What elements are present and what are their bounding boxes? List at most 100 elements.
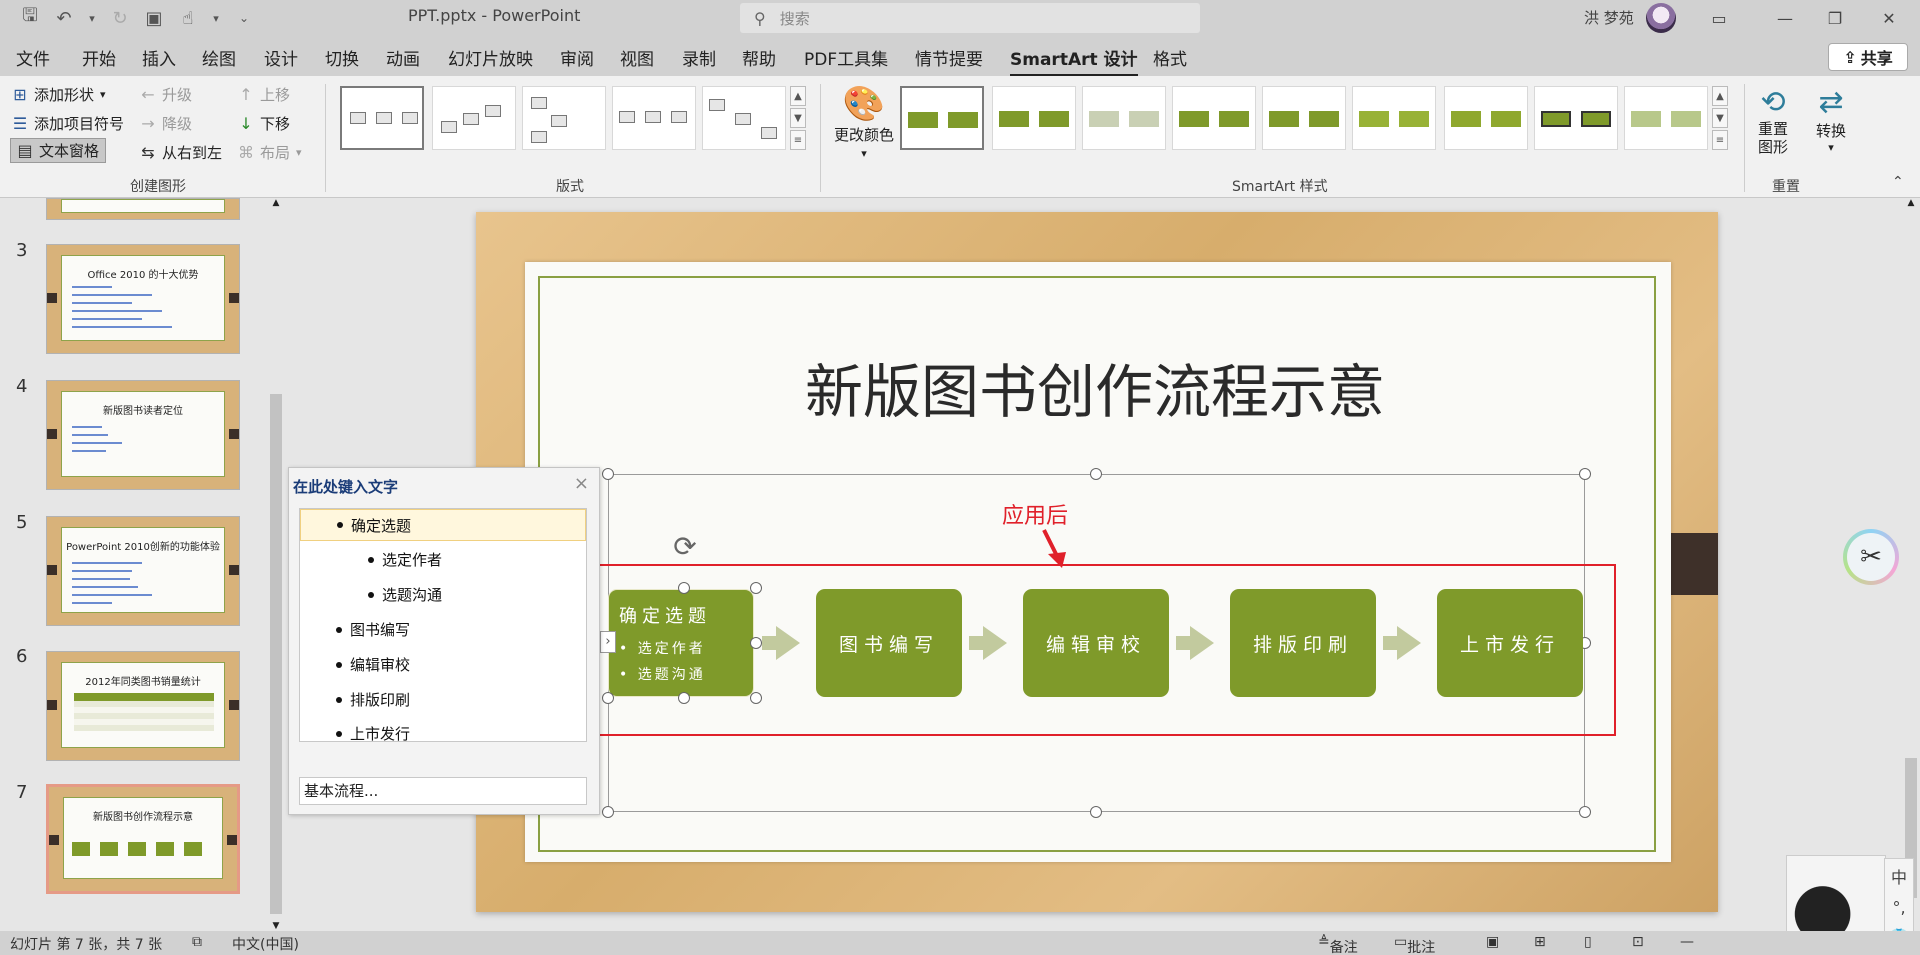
normal-view-icon[interactable]: ▣ xyxy=(1486,934,1499,950)
tab-record[interactable]: 录制 xyxy=(682,45,716,70)
resize-handle[interactable] xyxy=(1579,806,1591,818)
style-polished[interactable] xyxy=(1352,86,1436,150)
demote-button[interactable]: → 降级 xyxy=(140,113,192,134)
process-step-5[interactable]: 上市发行 xyxy=(1437,589,1583,697)
list-item[interactable]: 上市发行 xyxy=(336,723,410,744)
styles-more[interactable]: ≡ xyxy=(1712,130,1728,150)
style-powder[interactable] xyxy=(1624,86,1708,150)
search-input[interactable]: ⚲ 搜索 xyxy=(740,3,1200,33)
slide-sorter-icon[interactable]: ⊞ xyxy=(1534,934,1546,950)
tab-storyboard[interactable]: 情节提要 xyxy=(915,45,983,70)
collapse-ribbon-icon[interactable]: ⌃ xyxy=(1892,174,1904,190)
tab-draw[interactable]: 绘图 xyxy=(202,45,236,70)
tab-animations[interactable]: 动画 xyxy=(386,45,420,70)
style-simple-fill[interactable] xyxy=(900,86,984,150)
scroll-up-icon[interactable]: ▲ xyxy=(1903,198,1919,208)
thumbnails-scrollbar[interactable]: ▲ ▼ xyxy=(268,198,284,931)
style-subtle-effect[interactable] xyxy=(1082,86,1166,150)
list-item[interactable]: 排版印刷 xyxy=(336,689,410,710)
style-moderate-effect[interactable] xyxy=(1172,86,1256,150)
resize-handle[interactable] xyxy=(750,692,762,704)
slide-thumbnail-5[interactable]: PowerPoint 2010创新的功能体验 xyxy=(46,516,240,626)
styles-scroll-down[interactable]: ▼ xyxy=(1712,108,1728,128)
tab-file[interactable]: 文件 xyxy=(16,45,50,70)
convert-button[interactable]: ⇄ 转换 ▾ xyxy=(1816,86,1846,155)
resize-handle[interactable] xyxy=(678,582,690,594)
process-step-4[interactable]: 排版印刷 xyxy=(1230,589,1376,697)
touch-mode-icon[interactable]: ☝ xyxy=(176,6,200,30)
tab-transitions[interactable]: 切换 xyxy=(325,45,359,70)
scroll-down-icon[interactable]: ▼ xyxy=(268,921,284,931)
list-item[interactable]: 选定作者 xyxy=(368,549,442,570)
close-icon[interactable]: × xyxy=(574,473,589,494)
rotate-handle-icon[interactable]: ⟳ xyxy=(668,530,702,564)
change-colors-button[interactable]: 🎨 更改颜色 ▾ xyxy=(834,86,894,160)
reading-view-icon[interactable]: ▯ xyxy=(1584,934,1592,950)
layout-descending-process[interactable] xyxy=(702,86,786,150)
slide-title[interactable]: 新版图书创作流程示意 xyxy=(560,345,1630,429)
accessibility-icon[interactable]: ⧉ xyxy=(192,934,202,950)
resize-handle[interactable] xyxy=(602,692,614,704)
layout-basic-process[interactable] xyxy=(340,86,424,150)
slide-thumbnail-2[interactable] xyxy=(46,198,240,220)
layout-accent-process[interactable] xyxy=(612,86,696,150)
layout-button[interactable]: ⌘ 布局 ▾ xyxy=(238,142,302,163)
redo-icon[interactable]: ↻ xyxy=(108,6,132,30)
style-white-outline[interactable] xyxy=(992,86,1076,150)
list-item[interactable]: 图书编写 xyxy=(336,619,410,640)
close-icon[interactable]: ✕ xyxy=(1866,0,1912,36)
process-step-2[interactable]: 图书编写 xyxy=(816,589,962,697)
reset-graphic-button[interactable]: ⟲ 重置 图形 xyxy=(1758,86,1788,157)
layout-list-process[interactable] xyxy=(522,86,606,150)
add-shape-button[interactable]: ⊞ 添加形状 ▾ xyxy=(12,84,105,105)
styles-scroll-up[interactable]: ▲ xyxy=(1712,86,1728,106)
slideshow-icon[interactable]: ⊡ xyxy=(1632,934,1644,950)
tab-help[interactable]: 帮助 xyxy=(742,45,776,70)
slide-thumbnail-6[interactable]: 2012年同类图书销量统计 xyxy=(46,651,240,761)
notes-button[interactable]: ≜ 备注 xyxy=(1318,934,1358,955)
present-icon[interactable]: ▣ xyxy=(142,6,166,30)
zoom-out-icon[interactable]: — xyxy=(1680,934,1694,950)
tab-insert[interactable]: 插入 xyxy=(142,45,176,70)
comments-button[interactable]: ▭ 批注 xyxy=(1394,934,1435,955)
layout-name-link[interactable]: 基本流程... xyxy=(299,777,587,805)
tab-design[interactable]: 设计 xyxy=(264,45,298,70)
tab-review[interactable]: 审阅 xyxy=(560,45,594,70)
layouts-scroll-down[interactable]: ▼ xyxy=(790,108,806,128)
scroll-up-icon[interactable]: ▲ xyxy=(268,198,284,208)
customize-qat-icon[interactable]: ⌄ xyxy=(232,6,256,30)
share-button[interactable]: ⇪ 共享 xyxy=(1828,43,1908,71)
ime-mode[interactable]: 中 xyxy=(1891,864,1907,888)
tab-pdf-tools[interactable]: PDF工具集 xyxy=(804,45,888,70)
avatar[interactable] xyxy=(1646,3,1676,33)
layouts-scroll-up[interactable]: ▲ xyxy=(790,86,806,106)
tab-home[interactable]: 开始 xyxy=(82,45,116,70)
promote-button[interactable]: ← 升级 xyxy=(140,84,192,105)
resize-handle[interactable] xyxy=(750,637,762,649)
slide-thumbnail-3[interactable]: Office 2010 的十大优势 xyxy=(46,244,240,354)
layouts-more[interactable]: ≡ xyxy=(790,130,806,150)
language-indicator[interactable]: 中文(中国) xyxy=(232,934,299,954)
resize-handle[interactable] xyxy=(1579,468,1591,480)
tab-view[interactable]: 视图 xyxy=(620,45,654,70)
resize-handle[interactable] xyxy=(602,806,614,818)
add-bullet-button[interactable]: ☰ 添加项目符号 xyxy=(12,113,124,134)
ime-punct[interactable]: °, xyxy=(1892,898,1905,917)
tab-smartart-design[interactable]: SmartArt 设计 xyxy=(1010,45,1138,77)
right-to-left-button[interactable]: ⇆ 从右到左 xyxy=(140,142,222,163)
resize-handle[interactable] xyxy=(602,468,614,480)
tab-slideshow[interactable]: 幻灯片放映 xyxy=(448,45,533,70)
chevron-down-icon[interactable]: ▾ xyxy=(210,6,222,30)
slide-thumbnail-7[interactable]: 新版图书创作流程示意 xyxy=(46,784,240,894)
user-name[interactable]: 洪 梦苑 xyxy=(1584,7,1634,28)
list-item[interactable]: 选题沟通 xyxy=(368,584,442,605)
style-intense-effect[interactable] xyxy=(1262,86,1346,150)
style-cartoon[interactable] xyxy=(1534,86,1618,150)
resize-handle[interactable] xyxy=(750,582,762,594)
slide-scrollbar[interactable]: ▲ xyxy=(1903,198,1919,931)
ribbon-display-icon[interactable]: ▭ xyxy=(1696,0,1742,36)
resize-handle[interactable] xyxy=(1090,806,1102,818)
move-up-button[interactable]: ↑ 上移 xyxy=(238,84,290,105)
layout-step-up-process[interactable] xyxy=(432,86,516,150)
style-inset[interactable] xyxy=(1444,86,1528,150)
